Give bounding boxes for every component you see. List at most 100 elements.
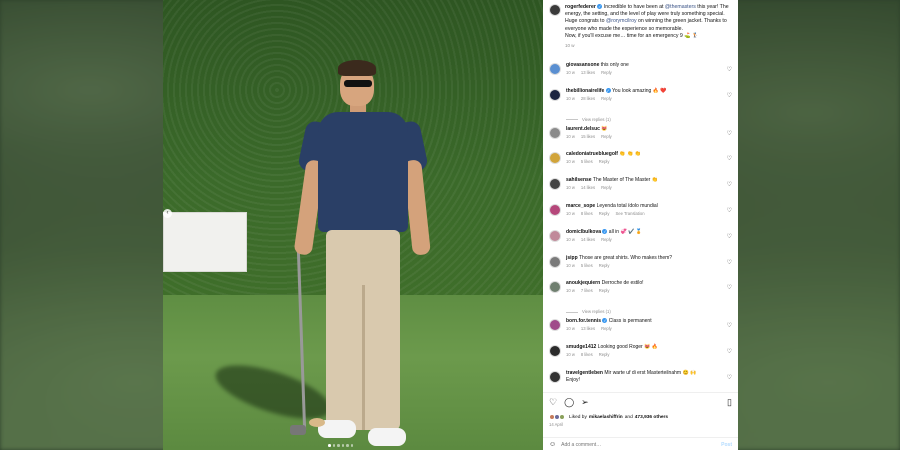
verified-icon: ✓ — [605, 87, 611, 93]
caption-time: 10 w — [565, 43, 575, 49]
caption-username[interactable]: rogerfederer — [565, 4, 596, 10]
reply-button[interactable]: Reply — [599, 351, 610, 358]
post-caption: rogerfederer ✓ Incredible to have been a… — [549, 4, 732, 49]
add-comment-input[interactable] — [561, 441, 717, 448]
emoji-icon[interactable]: ☺ — [549, 441, 556, 448]
heart-icon[interactable]: ♡ — [727, 92, 732, 99]
comment-text: Derroche de estilo! — [601, 280, 644, 287]
comment-username[interactable]: domiclbulkova — [566, 229, 601, 235]
heart-icon[interactable]: ♡ — [727, 374, 732, 381]
reply-button[interactable]: Reply — [599, 158, 610, 165]
view-replies-button[interactable]: View replies (1) — [566, 114, 734, 126]
chevron-left-icon[interactable]: ‹ — [163, 209, 172, 218]
comment-username[interactable]: giovasansone — [566, 62, 599, 68]
comment-text: Class is permanent — [608, 318, 652, 325]
comment-meta: 10 w 8 likes Reply See Translation — [566, 210, 734, 217]
heart-icon[interactable]: ♡ — [727, 181, 732, 188]
comment-username[interactable]: jsipp — [566, 255, 578, 261]
reply-button[interactable]: Reply — [599, 210, 610, 217]
comment-icon[interactable]: ◯ — [564, 397, 574, 408]
comment-likes[interactable]: 5 likes — [581, 262, 593, 269]
comment-username[interactable]: laurent.delsuc — [566, 126, 600, 132]
heart-icon[interactable]: ♡ — [727, 259, 732, 266]
liked-by-prefix: Liked by — [569, 414, 587, 420]
comment-likes[interactable]: 14 likes — [581, 184, 595, 191]
golf-club — [296, 250, 307, 430]
carousel-dot — [328, 444, 331, 447]
comment-text-line: smudge1412 Looking good Roger 😻 🔥 — [566, 344, 734, 351]
comment-likes[interactable]: 8 likes — [581, 351, 593, 358]
comment-username[interactable]: caledoniatruebluegolf — [566, 151, 618, 157]
comment-username[interactable]: born.for.tennis — [566, 318, 601, 324]
post-button[interactable]: Post — [721, 442, 732, 448]
avatar[interactable] — [549, 229, 561, 242]
reply-button[interactable]: Reply — [601, 184, 612, 191]
reply-button[interactable]: Reply — [601, 133, 612, 140]
avatar[interactable] — [549, 63, 561, 75]
comment-likes[interactable]: 8 likes — [581, 210, 593, 217]
heart-icon[interactable]: ♡ — [727, 130, 732, 137]
likes-count[interactable]: 473,936 others — [635, 415, 668, 420]
comment-username[interactable]: smudge1412 — [566, 344, 596, 350]
comment-likes[interactable]: 14 likes — [581, 236, 595, 243]
avatar[interactable] — [549, 88, 561, 101]
comment-time: 10 w — [566, 159, 575, 165]
avatar[interactable] — [549, 319, 561, 332]
avatar[interactable] — [549, 255, 561, 268]
comment-text: this only one — [600, 62, 629, 68]
view-replies-button[interactable]: View replies (1) — [566, 306, 734, 318]
avatar[interactable] — [549, 126, 561, 139]
heart-icon[interactable]: ♡ — [727, 284, 732, 291]
comment-username[interactable]: sahilsense — [566, 177, 592, 183]
carousel-dot — [332, 444, 335, 447]
view-replies-label[interactable]: View replies (1) — [582, 114, 611, 126]
mention-link[interactable]: @themasters — [665, 4, 696, 10]
heart-icon[interactable]: ♡ — [727, 233, 732, 240]
avatar[interactable] — [549, 178, 561, 191]
liked-by-user[interactable]: mikaelashiffrin — [589, 415, 623, 420]
reply-button[interactable]: Reply — [599, 262, 610, 269]
comment-likes[interactable]: 13 likes — [581, 69, 595, 76]
reply-button[interactable]: Reply — [599, 287, 610, 294]
comment-likes[interactable]: 28 likes — [581, 95, 595, 102]
comment-likes[interactable]: 13 likes — [581, 325, 595, 332]
reply-button[interactable]: Reply — [601, 236, 612, 243]
comment-text: The Master of The Master 👏 — [592, 177, 658, 184]
comment-meta: 10 w 15 likes Reply — [566, 133, 734, 140]
heart-icon[interactable]: ♡ — [549, 397, 557, 408]
heart-icon[interactable]: ♡ — [727, 155, 732, 162]
mention-link[interactable]: @rorymcilroy — [606, 18, 637, 24]
comment-username[interactable]: travelgentleben — [566, 370, 603, 376]
see-translation-button[interactable]: See Translation — [615, 210, 644, 217]
avatar[interactable] — [549, 152, 561, 165]
comment-time: 10 w — [566, 288, 575, 294]
heart-icon[interactable]: ♡ — [727, 207, 732, 214]
comment-item: caledoniatruebluegolf 👏 👏 👏 10 w5 likes Re… — [549, 151, 734, 177]
share-icon[interactable]: ➢ — [581, 397, 589, 408]
comment-time: 10 w — [566, 236, 575, 242]
comment-likes[interactable]: 15 likes — [581, 133, 595, 140]
avatar[interactable] — [549, 281, 561, 294]
heart-icon[interactable]: ♡ — [727, 66, 732, 73]
reply-button[interactable]: Reply — [601, 69, 612, 76]
comment-meta: 10 w 13 likes Reply — [566, 69, 734, 76]
comment-likes[interactable]: 7 likes — [581, 287, 593, 294]
comment-text: Those are great shirts. Who makes them? — [578, 254, 673, 261]
comment-username[interactable]: anoukjequiern — [566, 280, 600, 286]
avatar[interactable] — [549, 4, 561, 16]
post-photo[interactable]: ‹ — [163, 0, 543, 450]
avatar[interactable] — [549, 344, 561, 357]
reply-button[interactable]: Reply — [601, 95, 612, 102]
view-replies-label[interactable]: View replies (1) — [582, 306, 611, 318]
comment-username[interactable]: marce_sope — [566, 203, 595, 209]
comment-likes[interactable]: 5 likes — [581, 158, 593, 165]
comment-username[interactable]: thebillionairelife — [566, 88, 604, 94]
avatar[interactable] — [549, 203, 561, 216]
reply-button[interactable]: Reply — [601, 325, 612, 332]
avatar[interactable] — [549, 370, 561, 383]
carousel-dot — [337, 444, 340, 447]
bookmark-icon[interactable]: ▯ — [727, 397, 732, 408]
heart-icon[interactable]: ♡ — [727, 348, 732, 355]
heart-icon[interactable]: ♡ — [727, 322, 732, 329]
comment-body: domiclbulkova ✓ all in 💞 ✔️ 🏅 10 w 14 like… — [566, 229, 734, 255]
